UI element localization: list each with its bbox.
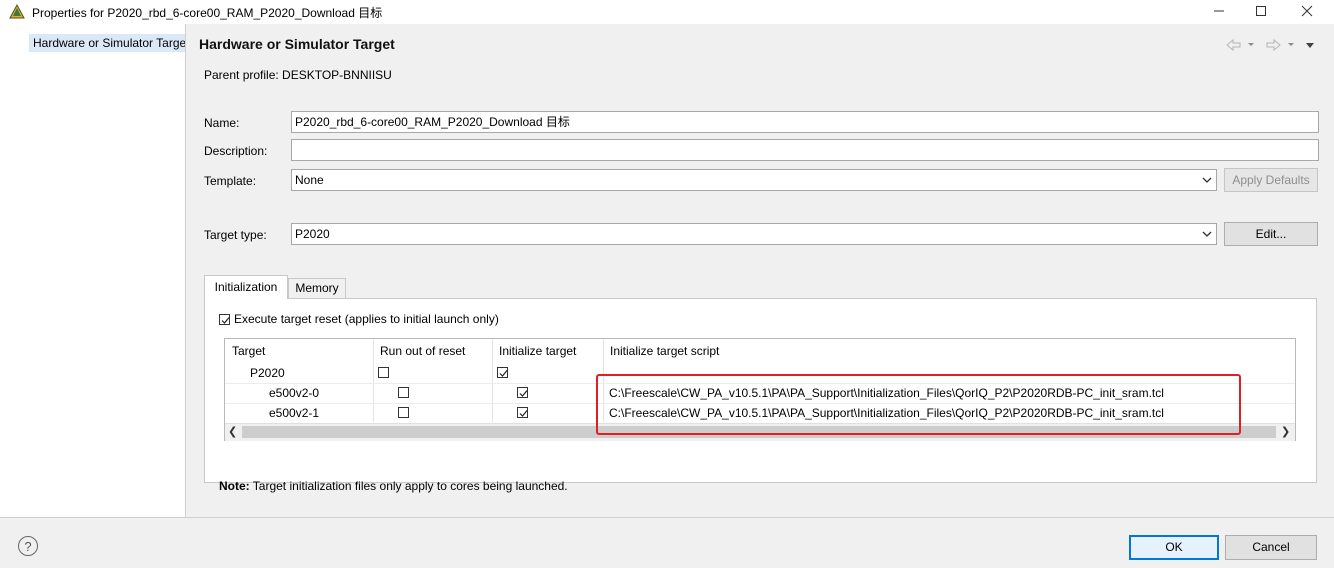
maximize-icon: [1256, 6, 1266, 16]
history-nav: [1224, 36, 1334, 54]
forward-arrow-icon[interactable]: [1266, 38, 1294, 52]
column-header-run-out-of-reset[interactable]: Run out of reset: [380, 344, 465, 358]
help-icon[interactable]: ?: [18, 536, 38, 556]
close-icon: [1301, 5, 1313, 17]
initialize-target-checkbox[interactable]: [517, 387, 528, 398]
row-target-p2020[interactable]: P2020: [250, 366, 285, 380]
initialize-target-checkbox[interactable]: [517, 407, 528, 418]
minimize-button[interactable]: [1196, 0, 1242, 24]
dialog-button-bar: ? OK Cancel: [0, 517, 1334, 568]
template-dropdown[interactable]: None: [291, 169, 1217, 191]
back-arrow-icon[interactable]: [1226, 38, 1254, 52]
tab-memory[interactable]: Memory: [288, 278, 346, 299]
checkmark-icon: [221, 317, 230, 324]
execute-reset-label: Execute target reset (applies to initial…: [234, 312, 499, 326]
parent-profile: Parent profile: DESKTOP-BNNIISU: [204, 68, 392, 82]
properties-page: Hardware or Simulator Target Parent prof…: [186, 24, 1334, 517]
column-header-initialize-target[interactable]: Initialize target: [499, 344, 576, 358]
edit-button[interactable]: Edit...: [1224, 222, 1318, 246]
target-type-value: P2020: [295, 227, 330, 241]
properties-nav-tree: Hardware or Simulator Target: [0, 24, 186, 517]
execute-reset-checkbox[interactable]: [219, 314, 230, 325]
chevron-down-icon: [1202, 231, 1212, 237]
title-bar: Properties for P2020_rbd_6-core00_RAM_P2…: [0, 0, 1334, 24]
name-label: Name:: [204, 116, 240, 130]
scroll-left-icon[interactable]: ❮: [228, 425, 237, 438]
tab-initialization[interactable]: Initialization: [204, 275, 288, 299]
note-label: Note:: [219, 479, 250, 493]
annotation-highlight: [596, 374, 1241, 435]
template-value: None: [295, 173, 324, 187]
target-type-label: Target type:: [204, 228, 267, 242]
view-menu-icon[interactable]: [1306, 43, 1314, 48]
checkmark-icon: [499, 370, 508, 377]
description-field[interactable]: [291, 139, 1319, 161]
initialize-target-checkbox[interactable]: [497, 367, 508, 378]
checkmark-icon: [519, 410, 528, 417]
app-icon: [8, 3, 26, 21]
column-divider: [373, 339, 374, 422]
name-field[interactable]: P2020_rbd_6-core00_RAM_P2020_Download 目标: [291, 111, 1319, 133]
row-target-e500v2-1[interactable]: e500v2-1: [269, 406, 319, 420]
run-out-of-reset-checkbox[interactable]: [378, 367, 389, 378]
run-out-of-reset-checkbox[interactable]: [398, 407, 409, 418]
note-text: Note: Target initialization files only a…: [219, 479, 568, 493]
target-type-dropdown[interactable]: P2020: [291, 223, 1217, 245]
template-label: Template:: [204, 174, 257, 188]
maximize-button[interactable]: [1238, 0, 1284, 24]
description-label: Description:: [204, 144, 268, 158]
row-target-e500v2-0[interactable]: e500v2-0: [269, 386, 319, 400]
column-divider: [492, 339, 493, 422]
minimize-icon: [1214, 10, 1224, 12]
note-body: Target initialization files only apply t…: [249, 479, 568, 493]
column-header-target[interactable]: Target: [232, 344, 265, 358]
ok-button[interactable]: OK: [1129, 535, 1219, 560]
column-header-init-script[interactable]: Initialize target script: [610, 344, 719, 358]
page-title: Hardware or Simulator Target: [199, 36, 395, 52]
apply-defaults-button[interactable]: Apply Defaults: [1224, 168, 1318, 192]
close-button[interactable]: [1284, 0, 1330, 24]
nav-item-hardware-target[interactable]: Hardware or Simulator Target: [29, 34, 185, 52]
window-title: Properties for P2020_rbd_6-core00_RAM_P2…: [32, 6, 383, 20]
scroll-right-icon[interactable]: ❯: [1281, 425, 1290, 438]
checkmark-icon: [519, 390, 528, 397]
run-out-of-reset-checkbox[interactable]: [398, 387, 409, 398]
chevron-down-icon: [1202, 177, 1212, 183]
cancel-button[interactable]: Cancel: [1225, 535, 1317, 560]
